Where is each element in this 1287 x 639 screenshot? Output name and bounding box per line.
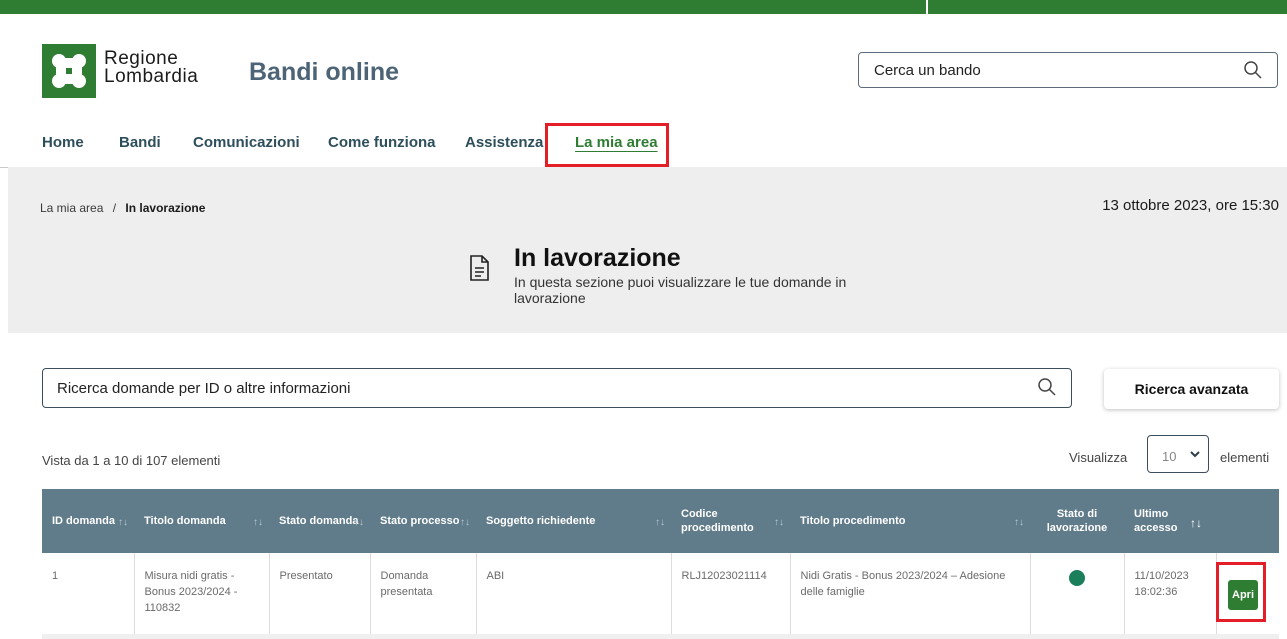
logo-mark-icon <box>52 54 86 88</box>
breadcrumb-separator: / <box>112 201 117 215</box>
domande-search <box>42 368 1072 408</box>
cell-titolo-domanda: Misura nidi gratis - Bonus 2023/2024 - 1… <box>134 553 270 634</box>
site-header: Regione Lombardia Bandi online <box>0 14 1287 120</box>
top-bar <box>0 0 1287 14</box>
search-icon[interactable] <box>1243 60 1263 85</box>
cell-stato-domanda: Presentato <box>269 553 371 634</box>
sort-icon[interactable]: ↑↓ <box>774 516 784 530</box>
column-label: Stato domanda <box>279 515 359 527</box>
sort-icon[interactable]: ↑↓ <box>118 516 128 530</box>
sort-icon[interactable]: ↑↓ <box>253 516 263 530</box>
sort-icon[interactable]: ↑↓ <box>1014 516 1024 530</box>
column-header-codice[interactable]: Codice procedimento ↑↓ <box>671 489 790 553</box>
bando-search <box>858 52 1278 88</box>
sort-icon[interactable]: ↑↓ <box>655 516 665 530</box>
apri-button[interactable]: Apri <box>1228 580 1258 610</box>
column-label: Titolo procedimento <box>800 515 906 527</box>
page-size-suffix: elementi <box>1220 450 1270 465</box>
cell-ultimo-accesso: 11/10/2023 18:02:36 <box>1124 553 1217 634</box>
column-label: Stato processo <box>380 515 460 527</box>
column-label: Titolo domanda <box>144 515 226 527</box>
page-title: In lavorazione <box>514 244 681 272</box>
brand-name: Regione Lombardia <box>104 49 199 87</box>
table-row <box>42 634 1279 639</box>
column-header-actions <box>1216 489 1279 553</box>
column-header-stato-processo[interactable]: Stato processo ↑↓ <box>370 489 476 553</box>
column-label: Soggetto richiedente <box>486 515 596 527</box>
column-header-stato-lavorazione: Stato di lavorazione <box>1030 489 1124 553</box>
apri-highlight-box: Apri <box>1216 562 1266 622</box>
top-bar-divider <box>926 0 928 14</box>
domande-table: ID domanda ↑↓ Titolo domanda ↑↓ Stato doma… <box>42 489 1279 634</box>
nav-item-assistenza[interactable]: Assistenza <box>465 134 543 151</box>
document-icon <box>469 255 489 286</box>
cell-id: 1 <box>42 553 135 634</box>
column-header-soggetto[interactable]: Soggetto richiedente ↑↓ <box>476 489 671 553</box>
site-title[interactable]: Bandi online <box>249 58 399 87</box>
page-header-band: La mia area / In lavorazione 13 ottobre … <box>8 167 1287 333</box>
page-size-label: Visualizza <box>1069 450 1128 465</box>
breadcrumb-parent[interactable]: La mia area <box>40 201 103 215</box>
column-header-ultimo-accesso[interactable]: Ultimo accesso ↑↓ <box>1124 489 1216 553</box>
page-size-value: 10 <box>1162 449 1177 464</box>
nav-item-home[interactable]: Home <box>42 134 84 151</box>
regione-lombardia-logo[interactable] <box>42 44 96 98</box>
breadcrumb: La mia area / In lavorazione <box>40 201 205 215</box>
cell-stato-lavorazione <box>1030 553 1125 634</box>
column-label: Codice procedimento <box>681 508 754 534</box>
column-label: ID domanda <box>52 515 115 527</box>
page-size-select[interactable]: 10 <box>1147 435 1209 473</box>
current-datetime: 13 ottobre 2023, ore 15:30 <box>1102 197 1279 214</box>
cell-titolo-procedimento: Nidi Gratis - Bonus 2023/2024 – Adesione… <box>790 553 1031 634</box>
column-header-stato-domanda[interactable]: Stato domanda ↑↓ <box>269 489 370 553</box>
table-row: 1 Misura nidi gratis - Bonus 2023/2024 -… <box>42 553 1279 634</box>
domande-search-input[interactable] <box>55 379 1009 398</box>
sort-icon[interactable]: ↑↓ <box>460 516 470 530</box>
main-nav: Home Bandi Comunicazioni Come funziona A… <box>0 120 1287 168</box>
column-header-titolo-domanda[interactable]: Titolo domanda ↑↓ <box>134 489 269 553</box>
cell-stato-processo: Domanda presentata <box>370 553 477 634</box>
column-header-titolo-procedimento[interactable]: Titolo procedimento ↑↓ <box>790 489 1030 553</box>
brand-line-2: Lombardia <box>104 66 199 87</box>
advanced-search-button[interactable]: Ricerca avanzata <box>1104 369 1279 409</box>
nav-item-come-funziona[interactable]: Come funziona <box>328 134 436 151</box>
sort-icon[interactable]: ↑↓ <box>354 516 364 530</box>
breadcrumb-current: In lavorazione <box>125 201 206 215</box>
results-count: Vista da 1 a 10 di 107 elementi <box>42 453 221 468</box>
table-header-row: ID domanda ↑↓ Titolo domanda ↑↓ Stato doma… <box>42 489 1279 553</box>
page-subtitle: In questa sezione puoi visualizzare le t… <box>514 274 847 306</box>
column-label: Stato di lavorazione <box>1046 508 1108 534</box>
sort-icon[interactable]: ↑↓ <box>1190 516 1202 530</box>
status-dot-icon <box>1069 570 1085 586</box>
nav-item-comunicazioni[interactable]: Comunicazioni <box>193 134 300 151</box>
cell-codice: RLJ12023021114 <box>671 553 791 634</box>
chevron-down-icon <box>1189 448 1201 463</box>
cell-soggetto: ABI <box>476 553 672 634</box>
column-label: Ultimo accesso <box>1134 508 1178 534</box>
nav-highlight-box <box>545 123 669 167</box>
column-header-id[interactable]: ID domanda ↑↓ <box>42 489 134 553</box>
search-icon[interactable] <box>1037 377 1057 402</box>
bando-search-input[interactable] <box>872 61 1226 80</box>
nav-item-bandi[interactable]: Bandi <box>119 134 161 151</box>
